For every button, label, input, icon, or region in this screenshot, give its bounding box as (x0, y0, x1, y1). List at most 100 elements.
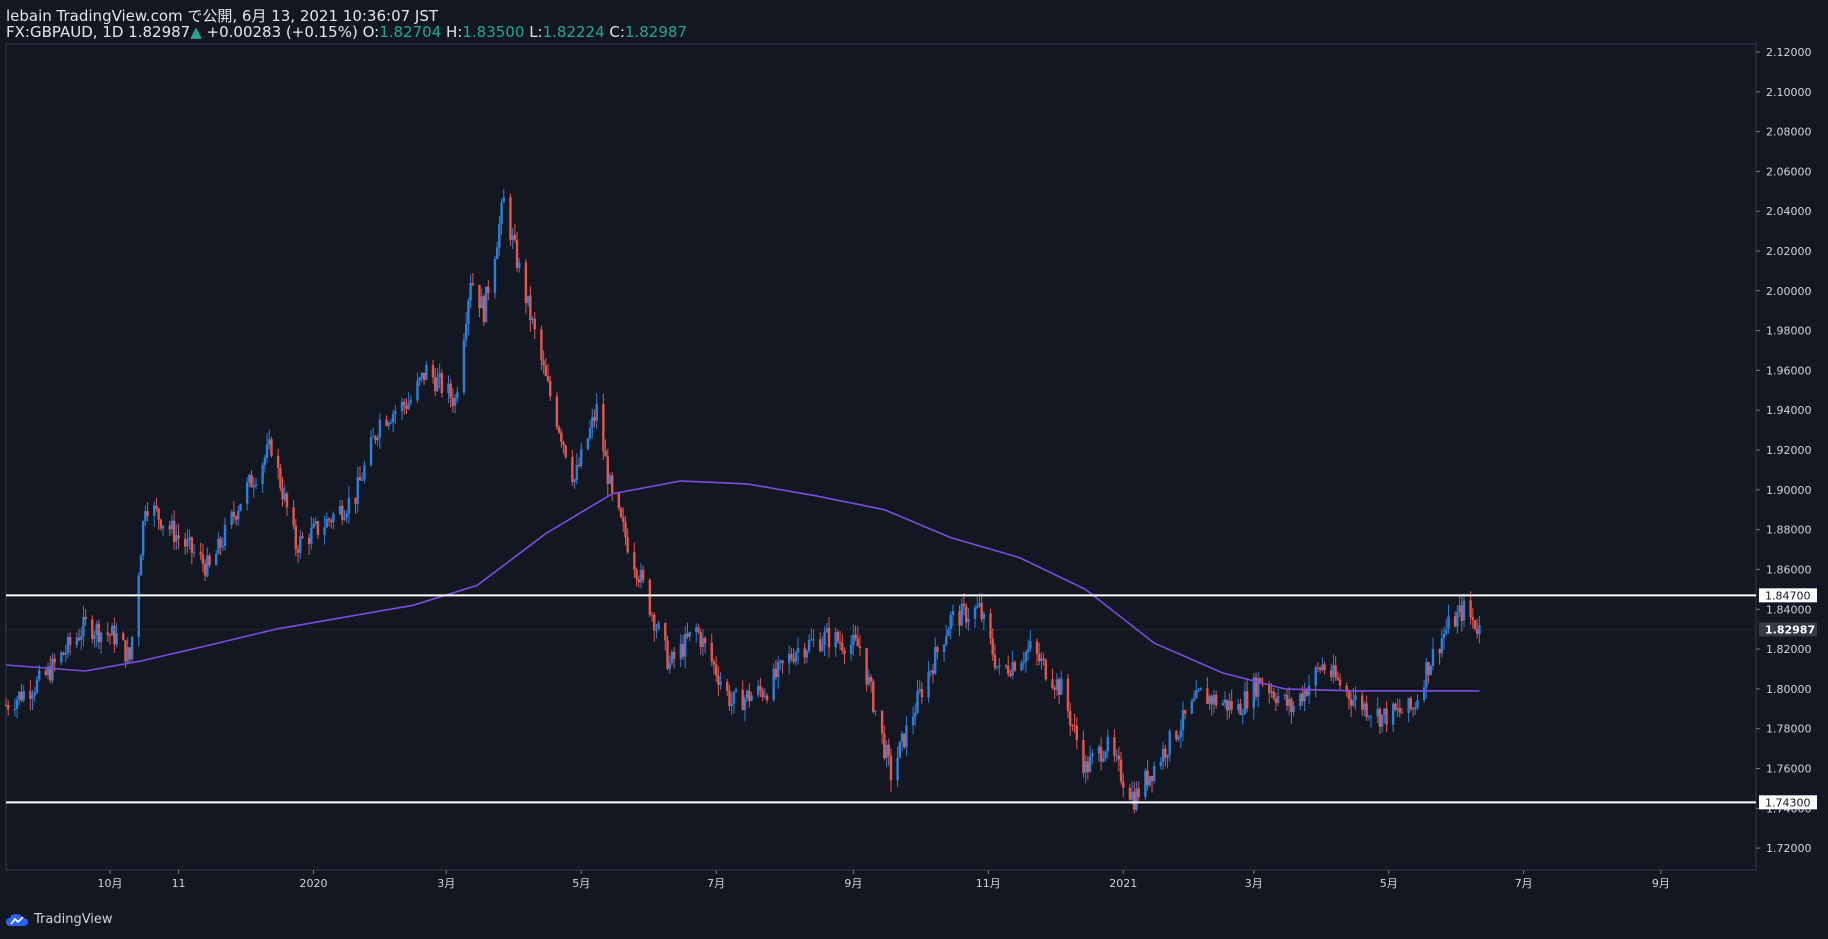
candle-down (619, 508, 623, 518)
candle-down (1175, 730, 1178, 740)
time-tick-label: 3月 (1245, 877, 1263, 890)
candle-up (1190, 700, 1194, 714)
candle-up (1106, 737, 1109, 752)
candle-down (7, 705, 10, 710)
candle-down (672, 651, 676, 659)
candle-up (1462, 600, 1466, 621)
candle-down (1230, 701, 1233, 710)
candle-up (960, 603, 963, 626)
candle-down (1013, 662, 1017, 671)
footer-brand[interactable]: TradingView (6, 912, 113, 927)
candle-up (608, 475, 612, 484)
candle-up (918, 689, 921, 692)
candle-down (208, 555, 211, 566)
candle-down (728, 690, 731, 707)
candle-up (265, 444, 269, 458)
candle-down (124, 640, 127, 662)
candle-up (1223, 699, 1227, 704)
candle-down (602, 404, 605, 452)
candle-up (170, 520, 174, 530)
candle-down (1128, 787, 1132, 800)
price-tick-label: 1.82000 (1766, 643, 1812, 656)
candle-up (387, 422, 390, 426)
candle-down (741, 689, 744, 711)
candle-down (1473, 619, 1477, 629)
candle-down (838, 641, 842, 643)
candle-up (456, 392, 459, 399)
candle-down (1075, 725, 1078, 741)
candle-up (1055, 679, 1059, 690)
candle-up (447, 383, 450, 393)
candle-up (595, 404, 598, 421)
candle-down (108, 634, 112, 636)
candle-up (1029, 641, 1032, 649)
candle-up (467, 300, 470, 324)
time-tick-label: 7月 (707, 877, 725, 890)
candle-up (1303, 689, 1306, 702)
candle-down (1338, 679, 1342, 686)
candle-down (781, 660, 784, 664)
candle-down (1113, 737, 1116, 756)
price-tick-label: 1.76000 (1766, 762, 1812, 775)
candle-up (283, 493, 286, 500)
candle-up (730, 703, 733, 707)
candle-down (803, 647, 806, 658)
candle-down (1122, 781, 1125, 788)
candle-up (464, 323, 468, 340)
candle-up (1097, 746, 1101, 754)
candle-up (416, 380, 419, 401)
candle-up (526, 295, 530, 304)
candle-down (1469, 600, 1472, 618)
candle-down (385, 419, 388, 426)
candle-up (221, 545, 225, 548)
candle-up (345, 513, 348, 518)
candle-down (1035, 641, 1039, 655)
candle-down (159, 519, 163, 529)
candle-up (1429, 666, 1432, 675)
candle-up (511, 234, 514, 240)
candle-up (110, 625, 114, 636)
time-axis[interactable]: 10月 11 2020 3月 5月 7月 9月 11月 2021 3月 5月 7月 9月 (97, 870, 1670, 890)
candle-down (540, 329, 543, 361)
candle-up (951, 611, 955, 615)
candle-up (263, 457, 267, 466)
candle-down (1427, 662, 1430, 675)
candle-up (51, 658, 54, 681)
candle-down (91, 619, 94, 640)
tradingview-cloud-icon (6, 913, 28, 926)
candle-down (431, 365, 435, 378)
candle-down (354, 497, 357, 504)
candle-up (1237, 704, 1240, 710)
candle-down (29, 691, 32, 699)
time-tick-label: 9月 (1652, 877, 1670, 890)
candle-up (325, 518, 328, 528)
candle-down (664, 623, 667, 641)
candle-down (219, 538, 222, 548)
candle-up (1135, 788, 1138, 810)
candle-up (115, 633, 118, 645)
candle-down (648, 579, 652, 615)
candle-up (1241, 714, 1244, 716)
candle-up (33, 692, 36, 696)
candle-down (1037, 654, 1041, 662)
candle-down (936, 647, 939, 653)
candle-up (144, 511, 147, 522)
candle-up (1221, 703, 1225, 706)
candle-down (1318, 667, 1322, 671)
price-tick-label: 2.08000 (1766, 126, 1812, 139)
price-axis[interactable]: 2.12000 2.10000 2.08000 2.06000 2.04000 2.020… (1756, 46, 1812, 855)
candle-up (1425, 662, 1428, 688)
candle-up (502, 197, 505, 203)
candle-up (573, 479, 576, 482)
candle-up (807, 640, 811, 651)
candle-down (564, 445, 567, 457)
candle-up (776, 661, 780, 678)
candle-down (294, 525, 298, 550)
horizontal-lines[interactable] (6, 594, 1756, 804)
candle-down (931, 670, 935, 674)
candle-up (206, 555, 209, 576)
candle-down (714, 664, 718, 676)
candle-down (232, 511, 236, 517)
candle-up (1352, 700, 1355, 706)
price-chart[interactable]: 2.12000 2.10000 2.08000 2.06000 2.04000 2.020… (0, 0, 1828, 939)
